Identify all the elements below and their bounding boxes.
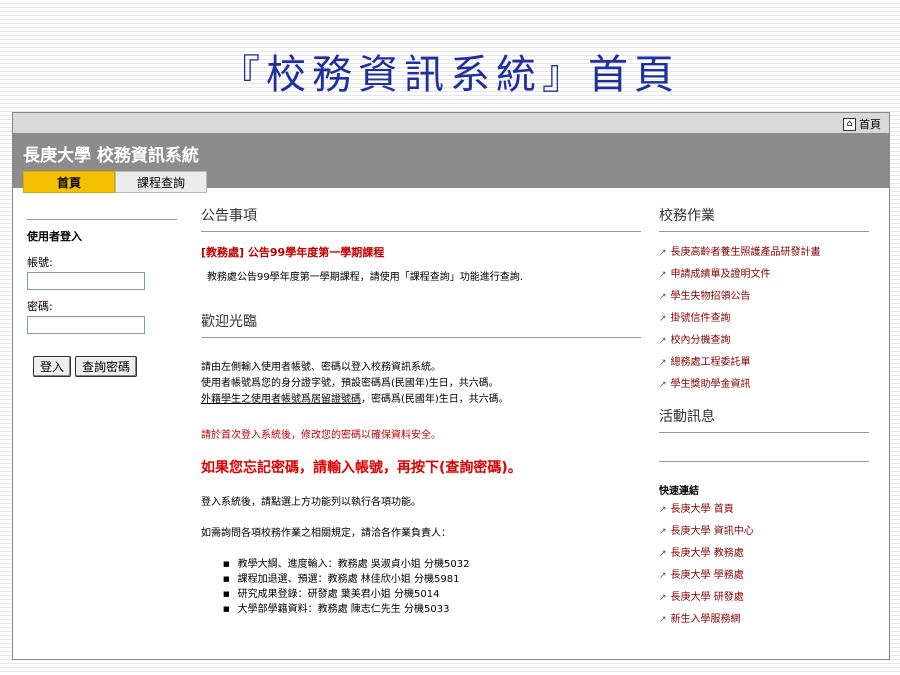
- home-icon: ⌂: [843, 117, 856, 131]
- announcements-title: 公告事項: [201, 205, 641, 232]
- home-link[interactable]: ⌂ 首頁: [843, 116, 881, 132]
- link-label: 校內分機查詢: [670, 335, 731, 346]
- welcome-title: 歡迎光臨: [201, 311, 641, 338]
- quick-link[interactable]: ↗ 長庚大學 學務處: [659, 565, 869, 587]
- password-input[interactable]: [27, 316, 145, 334]
- quick-link[interactable]: ↗ 長庚大學 資訊中心: [659, 521, 869, 543]
- link-label: 申請成績單及證明文件: [670, 269, 771, 280]
- arrow-icon: ↗: [659, 615, 667, 625]
- arrow-icon: ↗: [659, 593, 667, 603]
- welcome-line-2: 使用者帳號爲您的身分證字號，預設密碼爲(民國年)生日，共六碼。: [201, 378, 499, 389]
- browser-window: ⌂ 首頁 長庚大學 校務資訊系統 首頁 課程查詢 使用者登入 帳號: 密碼: 登…: [12, 112, 890, 660]
- welcome-line-3: 外籍學生之使用者帳號爲居留證號碼，密碼爲(民國年)生日，共六碼。: [201, 392, 641, 408]
- arrow-icon: ↗: [659, 292, 667, 302]
- quick-link[interactable]: ↗ 長庚大學 研發處: [659, 587, 869, 609]
- main-column: 公告事項 [教務處] 公告99學年度第一學期課程 教務處公告99學年度第一學期課…: [201, 205, 641, 617]
- list-item: 大學部學籍資料：教務處 陳志仁先生 分機5033: [223, 602, 641, 617]
- arrow-icon: ↗: [659, 248, 667, 258]
- login-title: 使用者登入: [27, 230, 82, 243]
- link-label: 總務處工程委託單: [670, 357, 751, 368]
- school-affairs-link[interactable]: ↗ 長庚高齡者養生照護產品研發計畫: [659, 242, 869, 264]
- link-label: 長庚大學 資訊中心: [670, 526, 754, 537]
- tab-course-query[interactable]: 課程查詢: [115, 171, 207, 193]
- login-panel: 使用者登入 帳號: 密碼: 登入 查詢密碼: [27, 219, 177, 377]
- school-affairs-link[interactable]: ↗ 掛號信件查詢: [659, 308, 869, 330]
- password-label: 密碼:: [27, 300, 53, 313]
- school-affairs-title: 校務作業: [659, 205, 869, 232]
- welcome-line-3-rest: ，密碼爲(民國年)生日，共六碼。: [361, 394, 509, 405]
- tab-home[interactable]: 首頁: [23, 171, 115, 193]
- right-column: 校務作業 ↗ 長庚高齡者養生照護產品研發計畫 ↗ 申請成績單及證明文件 ↗ 學生失物招…: [659, 205, 869, 631]
- school-affairs-link[interactable]: ↗ 學生失物招領公告: [659, 286, 869, 308]
- school-affairs-link[interactable]: ↗ 校內分機查詢: [659, 330, 869, 352]
- link-label: 長庚大學 學務處: [670, 570, 744, 581]
- usage-note: 登入系統後，請點選上方功能列以執行各項功能。: [201, 497, 421, 508]
- announcement-item-title[interactable]: [教務處] 公告99學年度第一學期課程: [201, 244, 641, 260]
- link-label: 長庚大學 研發處: [670, 592, 744, 603]
- school-affairs-links: ↗ 長庚高齡者養生照護產品研發計畫 ↗ 申請成績單及證明文件 ↗ 學生失物招領公告 ↗…: [659, 242, 869, 396]
- home-link-label: 首頁: [859, 118, 881, 131]
- site-title: 長庚大學 校務資訊系統: [23, 146, 199, 166]
- security-note: 請於首次登入系統後，修改您的密碼以確保資料安全。: [201, 430, 441, 441]
- login-buttons: 登入 查詢密碼: [33, 356, 177, 377]
- content-area: 使用者登入 帳號: 密碼: 登入 查詢密碼 公告事項 [教務處] 公告99學年度…: [13, 195, 889, 659]
- school-affairs-link[interactable]: ↗ 學生獎助學金資訊: [659, 374, 869, 396]
- quick-link[interactable]: ↗ 長庚大學 教務處: [659, 543, 869, 565]
- arrow-icon: ↗: [659, 336, 667, 346]
- contact-list: 教學大綱、進度輸入：教務處 吳淑貞小姐 分機5032 課程加退選、預選：教務處 …: [201, 557, 641, 617]
- arrow-icon: ↗: [659, 505, 667, 515]
- quick-link[interactable]: ↗ 長庚大學 首頁: [659, 499, 869, 521]
- quick-link[interactable]: ↗ 新生入學服務網: [659, 609, 869, 631]
- arrow-icon: ↗: [659, 314, 667, 324]
- top-bar: ⌂ 首頁: [13, 113, 889, 133]
- arrow-icon: ↗: [659, 358, 667, 368]
- arrow-icon: ↗: [659, 571, 667, 581]
- divider: [27, 219, 177, 220]
- link-label: 學生獎助學金資訊: [670, 379, 751, 390]
- link-label: 學生失物招領公告: [670, 291, 751, 302]
- slide-title: 『校務資訊系統』首頁: [220, 52, 680, 98]
- school-affairs-link[interactable]: ↗ 總務處工程委託單: [659, 352, 869, 374]
- contact-intro: 如需詢問各項校務作業之相關規定，請洽各作業負責人：: [201, 528, 451, 539]
- announcement-item-body: 教務處公告99學年度第一學期課程，請使用「課程查詢」功能進行查詢.: [207, 272, 523, 283]
- username-label: 帳號:: [27, 256, 53, 269]
- arrow-icon: ↗: [659, 527, 667, 537]
- login-button[interactable]: 登入: [33, 356, 72, 377]
- link-label: 長庚大學 首頁: [670, 504, 734, 515]
- link-label: 長庚高齡者養生照護產品研發計畫: [670, 247, 821, 258]
- forgot-password-note: 如果您忘記密碼，請輸入帳號，再按下(查詢密碼)。: [201, 460, 522, 476]
- link-label: 掛號信件查詢: [670, 313, 731, 324]
- welcome-instructions: 請由左側輸入使用者帳號、密碼以登入校務資訊系統。 使用者帳號爲您的身分證字號，預…: [201, 360, 641, 408]
- school-affairs-link[interactable]: ↗ 申請成績單及證明文件: [659, 264, 869, 286]
- list-item: 教學大綱、進度輸入：教務處 吳淑貞小姐 分機5032: [223, 557, 641, 572]
- username-input[interactable]: [27, 272, 145, 290]
- quick-links: ↗ 長庚大學 首頁 ↗ 長庚大學 資訊中心 ↗ 長庚大學 教務處 ↗ 長庚大學 學務處 …: [659, 499, 869, 631]
- welcome-line-1: 請由左側輸入使用者帳號、密碼以登入校務資訊系統。: [201, 362, 441, 373]
- list-item: 課程加退選、預選：教務處 林佳欣小姐 分機5981: [223, 572, 641, 587]
- activities-title: 活動訊息: [659, 406, 869, 433]
- quick-links-title: 快速連結: [659, 461, 869, 497]
- arrow-icon: ↗: [659, 380, 667, 390]
- link-label: 長庚大學 教務處: [670, 548, 744, 559]
- link-label: 新生入學服務網: [670, 614, 741, 625]
- query-password-button[interactable]: 查詢密碼: [75, 356, 138, 377]
- foreign-student-note: 外籍學生之使用者帳號爲居留證號碼: [201, 394, 361, 405]
- nav-tabs: 首頁 課程查詢: [23, 171, 207, 193]
- arrow-icon: ↗: [659, 549, 667, 559]
- site-header: 長庚大學 校務資訊系統 首頁 課程查詢: [13, 133, 889, 193]
- list-item: 研究成果登錄：研發處 葉美君小姐 分機5014: [223, 587, 641, 602]
- arrow-icon: ↗: [659, 270, 667, 280]
